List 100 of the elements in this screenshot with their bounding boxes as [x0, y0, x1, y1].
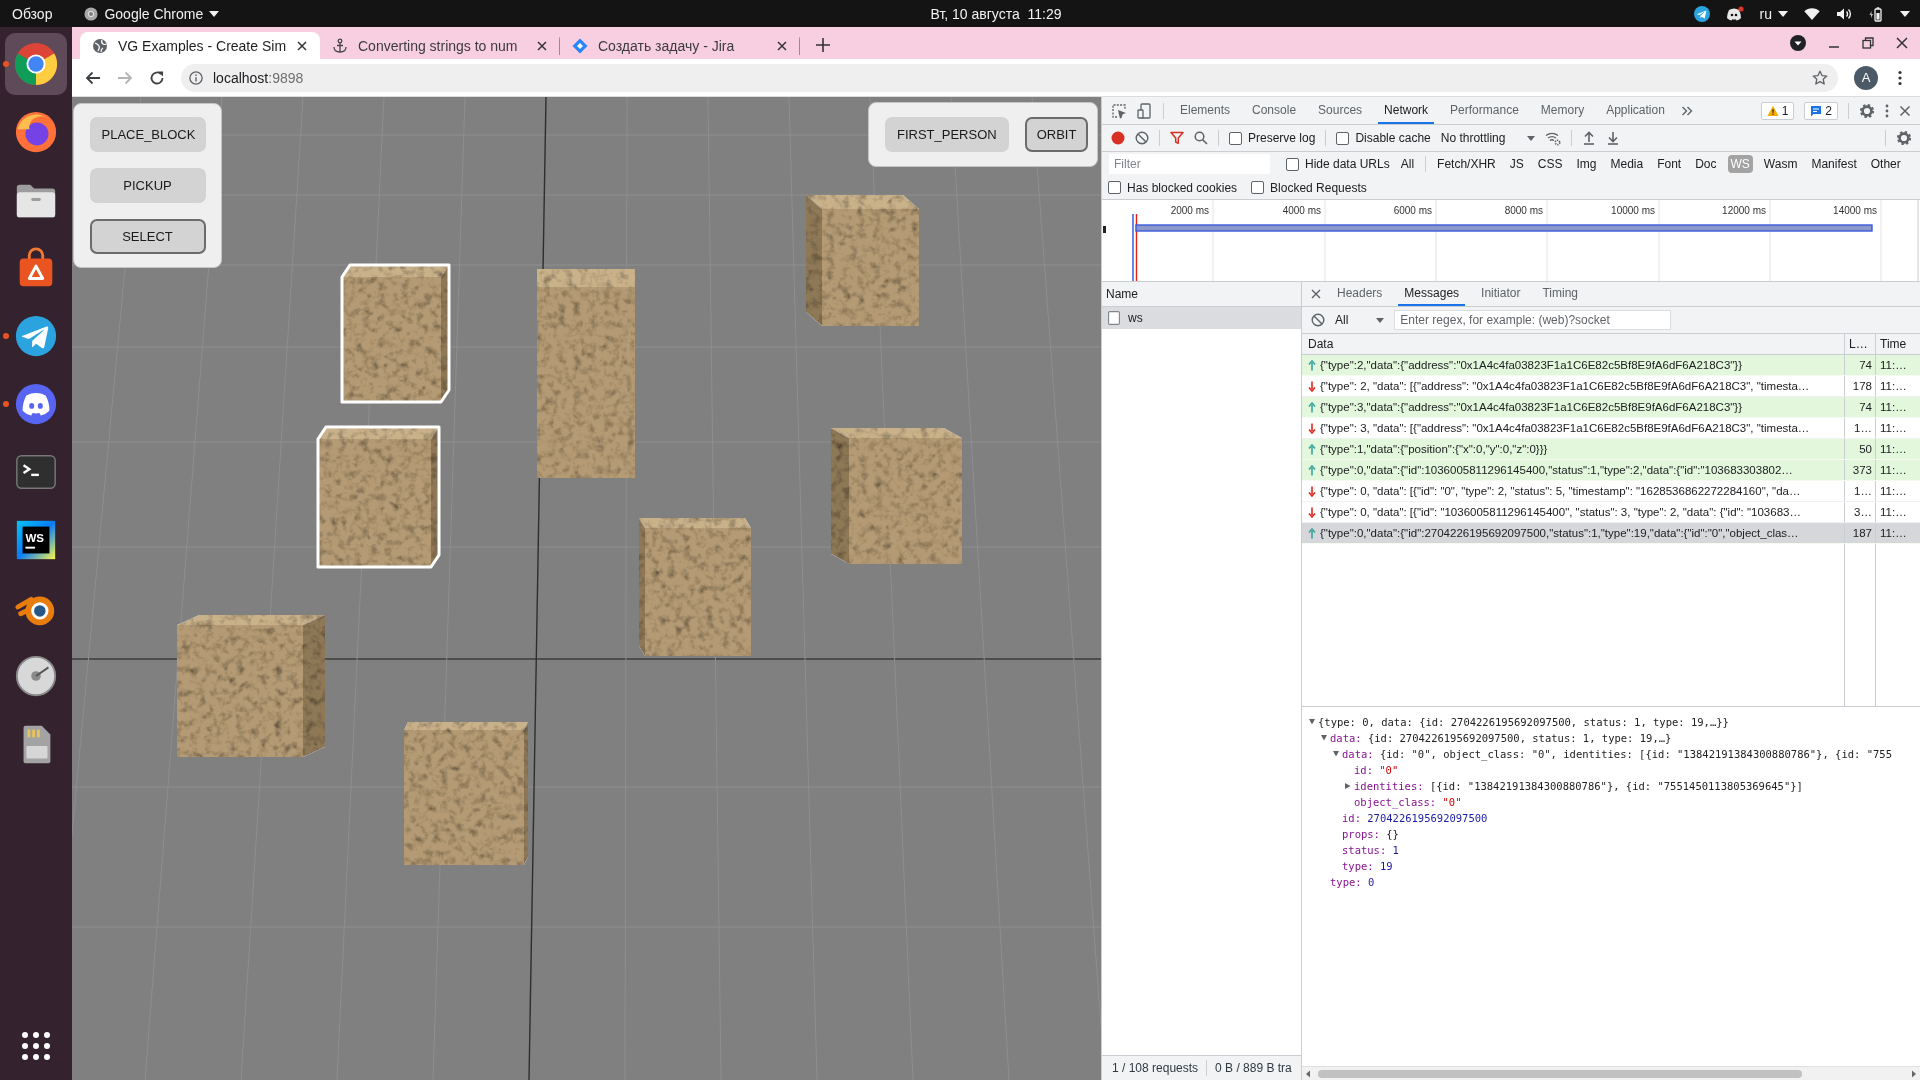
input-source-button[interactable]: ru — [1759, 5, 1788, 22]
devtools-tab[interactable]: Sources — [1312, 97, 1369, 124]
detail-tab[interactable]: Initiator — [1475, 282, 1527, 306]
bookmark-star-icon[interactable] — [1812, 69, 1828, 86]
checkbox-label[interactable]: Hide data URLs — [1305, 157, 1390, 171]
column-header[interactable]: Time — [1875, 334, 1920, 354]
regex-filter-field[interactable]: Enter regex, for example: (web)?socket — [1394, 310, 1672, 330]
close-icon[interactable] — [776, 39, 788, 52]
disclosure-triangle-icon[interactable] — [1332, 750, 1340, 758]
clear-icon[interactable] — [1311, 313, 1325, 327]
message-type-dropdown[interactable]: All — [1335, 313, 1385, 327]
message-row[interactable]: {"type": 0, "data": [{"id": "1036005811296145400", "status": 3, "type": 2, "data": {"id": "103683… 3… 11:… — [1302, 502, 1920, 523]
restore-icon[interactable] — [1862, 37, 1874, 49]
battery-icon[interactable] — [1868, 5, 1884, 22]
message-count-button[interactable]: 2 — [1804, 101, 1838, 120]
checkbox[interactable] — [1286, 157, 1299, 171]
message-row[interactable]: {"type": 2, "data": [{"address": "0x1A4c4fa03823F1a1C6E82c5Bf8E9fA6dF6A218C3", "timesta… 178 11:… — [1302, 376, 1920, 397]
settings-icon[interactable] — [1896, 130, 1912, 146]
message-row[interactable]: {"type": 3, "data": [{"address": "0x1A4c4fa03823F1a1C6E82c5Bf8E9fA6dF6A218C3", "timesta… 1… 11:… — [1302, 418, 1920, 439]
close-icon[interactable] — [296, 39, 309, 52]
devtools-tab[interactable]: Console — [1246, 97, 1303, 124]
message-row[interactable]: {"type": 0, "data": [{"id": "0", "type": 2, "status": 5, "timestamp": "1628536862272284160", "da… 1… 11:… — [1302, 481, 1920, 502]
range-handle-icon[interactable] — [1103, 226, 1106, 233]
mode-button[interactable]: SELECT — [89, 219, 206, 254]
filter-field[interactable]: Filter — [1109, 154, 1270, 174]
detail-tab[interactable]: Timing — [1536, 282, 1584, 306]
back-arrow-icon[interactable] — [85, 69, 101, 86]
column-header[interactable]: Data — [1302, 334, 1844, 354]
close-icon[interactable] — [536, 39, 548, 52]
column-header[interactable]: Name — [1102, 282, 1301, 307]
devtools-tab[interactable]: Performance — [1444, 97, 1525, 124]
checkbox[interactable] — [1108, 181, 1121, 194]
app-menu-button[interactable]: Google Chrome — [84, 5, 220, 22]
type-filter-button[interactable]: JS — [1506, 155, 1527, 173]
type-filter-button[interactable]: All — [1397, 155, 1418, 173]
caret-icon[interactable] — [1900, 10, 1910, 17]
request-row[interactable]: ws — [1102, 307, 1301, 329]
scroll-left-icon[interactable] — [1305, 1069, 1311, 1078]
disclosure-triangle-icon[interactable] — [1344, 782, 1352, 790]
devtools-tab[interactable]: Application — [1600, 97, 1671, 124]
checkbox[interactable] — [1336, 131, 1350, 145]
info-icon[interactable] — [189, 70, 203, 85]
message-row[interactable]: {"type":0,"data":{"id":2704226195692097500,"status":1,"type":19,"data":{"id":"0","object_clas… 187 11:… — [1302, 523, 1920, 544]
checkbox[interactable] — [1229, 131, 1242, 145]
new-tab-icon[interactable] — [816, 38, 830, 52]
type-filter-button[interactable]: Other — [1867, 155, 1904, 173]
devtools-tab[interactable]: Elements — [1174, 97, 1237, 124]
inspect-element-icon[interactable] — [1111, 102, 1127, 119]
message-row[interactable]: {"type":1,"data":{"position":{"x":0,"y":0,"z":0}}} 50 11:… — [1302, 439, 1920, 460]
network-conditions-icon[interactable] — [1545, 130, 1562, 146]
dock-item[interactable] — [5, 33, 67, 95]
checkbox[interactable] — [1251, 181, 1265, 194]
throttling-dropdown[interactable]: No throttling — [1440, 131, 1536, 145]
close-icon[interactable] — [1896, 37, 1908, 49]
checkbox-label[interactable]: Preserve log — [1248, 131, 1316, 145]
horizontal-scrollbar[interactable] — [1302, 1066, 1920, 1080]
close-icon[interactable] — [1899, 104, 1911, 117]
checkbox-label[interactable]: Has blocked cookies — [1127, 180, 1238, 195]
devtools-tab[interactable]: Memory — [1534, 97, 1591, 124]
clear-icon[interactable] — [1135, 131, 1149, 145]
more-options-icon[interactable] — [1885, 103, 1889, 118]
browser-tab[interactable]: VG Examples - Create Sim — [80, 32, 320, 59]
type-filter-button[interactable]: CSS — [1534, 155, 1566, 173]
message-row[interactable]: {"type":3,"data":{"address":"0x1A4c4fa03823F1a1C6E82c5Bf8E9fA6dF6A218C3"}} 74 11:… — [1302, 397, 1920, 418]
mode-button[interactable]: PLACE_BLOCK — [89, 117, 206, 152]
download-icon[interactable] — [1606, 131, 1621, 145]
type-filter-button[interactable]: Font — [1654, 155, 1685, 173]
reload-icon[interactable] — [149, 69, 165, 86]
camera-button[interactable]: ORBIT — [1024, 117, 1089, 152]
detail-tab[interactable]: Headers — [1331, 282, 1389, 306]
profile-avatar-button[interactable]: A — [1854, 65, 1878, 90]
3d-viewport[interactable]: PLACE_BLOCK PICKUP SELECT FIRST_PERSON ORBIT — [72, 97, 1101, 1080]
message-row[interactable]: {"type":2,"data":{"address":"0x1A4c4fa03823F1a1C6E82c5Bf8E9fA6dF6A218C3"}} 74 11:… — [1302, 355, 1920, 376]
checkbox-label[interactable]: Disable cache — [1355, 131, 1431, 145]
wifi-icon[interactable] — [1804, 5, 1820, 22]
scrollbar-thumb[interactable] — [1318, 1069, 1802, 1078]
discord-icon[interactable] — [1725, 5, 1744, 22]
type-filter-button[interactable]: Doc — [1692, 155, 1720, 173]
search-icon[interactable] — [1194, 131, 1208, 145]
mode-button[interactable]: PICKUP — [89, 168, 206, 203]
telegram-icon[interactable] — [1693, 5, 1710, 22]
upload-icon[interactable] — [1582, 131, 1597, 145]
type-filter-button[interactable]: Manifest — [1808, 155, 1860, 173]
settings-icon[interactable] — [1859, 102, 1875, 119]
scroll-right-icon[interactable] — [1911, 1069, 1917, 1078]
type-filter-button[interactable]: Img — [1573, 155, 1600, 173]
message-row[interactable]: {"type":0,"data":{"id":1036005811296145400,"status":1,"type":2,"data":{"id":"103683303802… 373 11:… — [1302, 460, 1920, 481]
more-options-icon[interactable] — [1898, 69, 1902, 86]
dropdown-circle-icon[interactable] — [1790, 35, 1806, 51]
timeline-overview[interactable]: 2000 ms 4000 ms 6000 ms 8000 ms 10000 ms 12000 ms 14000 ms — [1102, 200, 1920, 282]
disclosure-triangle-icon[interactable] — [1308, 718, 1316, 726]
type-filter-button[interactable]: Media — [1607, 155, 1647, 173]
checkbox-label[interactable]: Blocked Requests — [1270, 180, 1367, 195]
app-grid-icon[interactable] — [21, 1031, 51, 1061]
type-filter-button[interactable]: Fetch/XHR — [1434, 155, 1499, 173]
close-icon[interactable] — [1311, 289, 1321, 299]
column-header[interactable]: L… — [1844, 334, 1875, 354]
device-toolbar-icon[interactable] — [1137, 102, 1153, 119]
clock-button[interactable]: Вт, 10 августа 11:29 — [860, 5, 1062, 22]
activities-button[interactable]: Обзор — [12, 5, 53, 22]
